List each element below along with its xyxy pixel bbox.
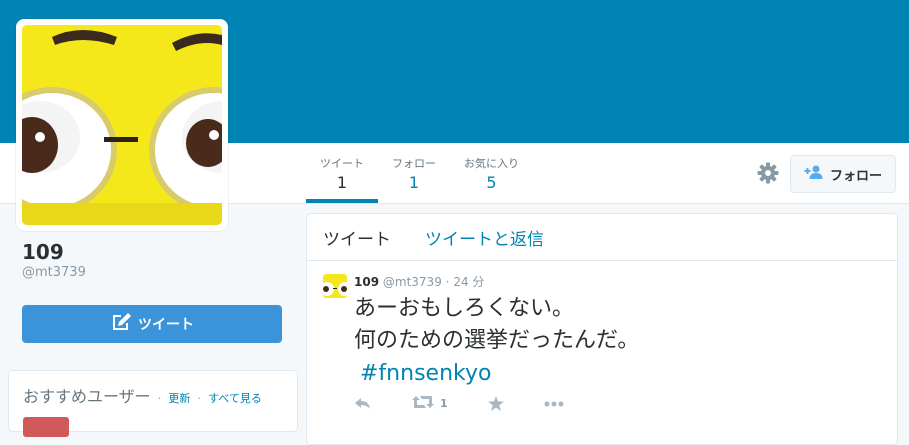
tweet-text-line: あーおもしろくない。: [354, 296, 575, 321]
retweet-icon: [412, 394, 434, 413]
timeline-tabs: ツイート ツイートと返信: [307, 214, 897, 261]
tweet-text-line: 何のための選挙だったんだ。: [354, 328, 640, 353]
stat-following[interactable]: フォロー 1: [378, 143, 450, 203]
follow-button[interactable]: フォロー: [790, 155, 896, 193]
tweet-compose-label: ツイート: [138, 317, 194, 333]
tweet-compose-button[interactable]: ツイート: [22, 305, 282, 343]
tweet-avatar[interactable]: [323, 274, 347, 298]
separator: ·: [157, 392, 162, 405]
stat-favorites[interactable]: お気に入り 5: [450, 143, 533, 203]
tweet-actions: 1: [354, 394, 881, 413]
tweet[interactable]: 109 @mt3739 · 24 分 あーおもしろくない。 何のための選挙だった…: [307, 261, 897, 413]
retweet-count: 1: [440, 397, 448, 410]
more-options-icon[interactable]: [544, 401, 564, 407]
view-all-link[interactable]: すべて見る: [208, 392, 262, 405]
favorite-star-icon[interactable]: [487, 396, 504, 411]
stat-tweets-label: ツイート: [320, 157, 364, 170]
stat-tweets[interactable]: ツイート 1: [306, 143, 378, 203]
who-to-follow-title: おすすめユーザー: [23, 387, 151, 406]
compose-icon: [110, 312, 132, 336]
tab-tweets-and-replies[interactable]: ツイートと返信: [425, 225, 544, 250]
avatar-image: [22, 25, 222, 225]
tweet-timestamp[interactable]: 24 分: [453, 275, 484, 289]
separator: ·: [197, 392, 201, 405]
stat-following-count: 1: [408, 173, 420, 192]
stat-following-label: フォロー: [392, 157, 436, 170]
tweet-hashtag-link[interactable]: #fnnsenkyo: [360, 361, 491, 386]
tweet-author-handle[interactable]: @mt3739: [383, 275, 442, 289]
profile-stats: ツイート 1 フォロー 1 お気に入り 5: [306, 143, 533, 203]
add-user-icon: [804, 164, 824, 184]
tweet-text: あーおもしろくない。 何のための選挙だったんだ。: [354, 293, 881, 357]
tweet-author-name[interactable]: 109: [354, 275, 379, 289]
profile-name: 109: [22, 240, 64, 264]
refresh-link[interactable]: 更新: [168, 392, 190, 405]
timeline: ツイート ツイートと返信 109 @mt3739 · 24 分 あーおもしろくな…: [306, 213, 898, 445]
suggested-user-avatar[interactable]: [23, 417, 69, 437]
profile-handle[interactable]: @mt3739: [22, 265, 86, 280]
stat-tweets-count: 1: [336, 173, 348, 192]
profile-avatar[interactable]: [16, 19, 228, 231]
stat-favorites-label: お気に入り: [464, 157, 519, 170]
retweet-button[interactable]: 1: [412, 394, 448, 413]
gear-icon[interactable]: [756, 161, 780, 185]
stat-favorites-count: 5: [486, 173, 497, 192]
follow-button-label: フォロー: [829, 168, 882, 184]
tab-tweets[interactable]: ツイート: [323, 225, 391, 250]
who-to-follow-module: おすすめユーザー · 更新 · すべて見る: [8, 370, 298, 437]
separator: ·: [445, 275, 450, 289]
reply-icon[interactable]: [354, 397, 372, 411]
